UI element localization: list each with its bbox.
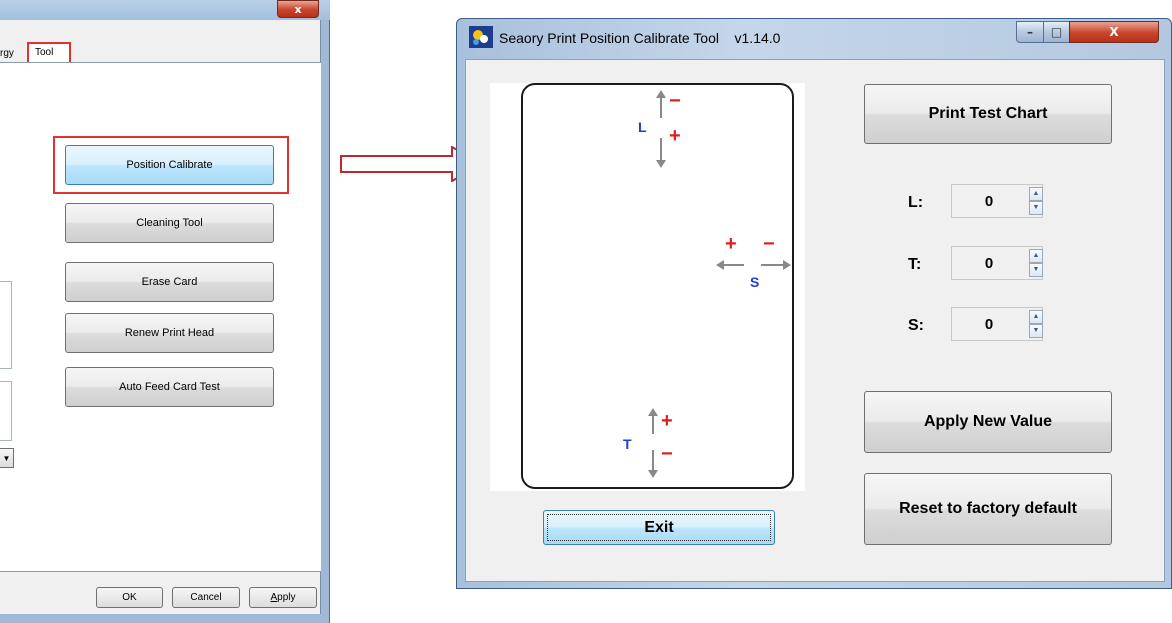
l-plus-sign: + — [669, 125, 681, 147]
exit-label: Exit — [644, 518, 674, 536]
l-offset-value[interactable]: 0 — [952, 185, 1026, 217]
cleaning-tool-button[interactable]: Cleaning Tool — [65, 203, 274, 243]
maximize-button[interactable]: □ — [1043, 21, 1070, 43]
chevron-down-icon[interactable]: ▼ — [0, 448, 14, 468]
apply-button[interactable]: Apply — [249, 587, 317, 608]
window-title: Seaory Print Position Calibrate Tool v1.… — [499, 30, 781, 46]
spin-up-icon[interactable]: ▲ — [1029, 249, 1043, 263]
apply-label: pply — [277, 592, 296, 603]
t-field-label: T: — [908, 256, 922, 273]
side-panel-box — [0, 281, 12, 369]
reset-factory-default-button[interactable]: Reset to factory default — [864, 473, 1112, 545]
spin-up-icon[interactable]: ▲ — [1029, 310, 1043, 324]
app-logo-icon — [469, 26, 493, 48]
vertical-arrows-icon — [648, 408, 658, 478]
s-offset-value[interactable]: 0 — [952, 308, 1026, 340]
apply-mnemonic: A — [270, 592, 278, 603]
t-minus-sign: − — [661, 443, 673, 465]
spinner-arrows: ▲ ▼ — [1029, 249, 1043, 277]
l-offset-spinner[interactable]: 0 ▲ ▼ — [951, 184, 1043, 218]
auto-feed-card-test-button[interactable]: Auto Feed Card Test — [65, 367, 274, 407]
apply-new-value-button[interactable]: Apply New Value — [864, 391, 1112, 453]
close-button[interactable]: X — [1069, 21, 1159, 43]
s-plus-sign: + — [725, 233, 737, 255]
tab-energy[interactable]: rgy — [0, 48, 14, 59]
ok-button[interactable]: OK — [96, 587, 163, 608]
s-offset-spinner[interactable]: 0 ▲ ▼ — [951, 307, 1043, 341]
cancel-button[interactable]: Cancel — [172, 587, 240, 608]
t-plus-sign: + — [661, 410, 673, 432]
t-offset-value[interactable]: 0 — [952, 247, 1026, 279]
vertical-arrows-icon — [656, 90, 666, 168]
minimize-button[interactable]: – — [1016, 21, 1044, 43]
t-axis-label: T — [623, 436, 632, 452]
side-panel-box — [0, 381, 12, 441]
spinner-arrows: ▲ ▼ — [1029, 187, 1043, 215]
position-calibrate-button[interactable]: Position Calibrate — [65, 145, 274, 185]
properties-window: x rgy Tool ▼ Position Calibrate Cleaning… — [0, 0, 330, 623]
spinner-arrows: ▲ ▼ — [1029, 310, 1043, 338]
t-offset-spinner[interactable]: 0 ▲ ▼ — [951, 246, 1043, 280]
spin-down-icon[interactable]: ▼ — [1029, 263, 1043, 277]
erase-card-button[interactable]: Erase Card — [65, 262, 274, 302]
exit-button[interactable]: Exit — [543, 510, 775, 545]
caption-buttons: – □ X — [1016, 21, 1160, 43]
renew-print-head-button[interactable]: Renew Print Head — [65, 313, 274, 353]
s-axis-label: S — [750, 274, 760, 290]
spin-down-icon[interactable]: ▼ — [1029, 201, 1043, 215]
s-minus-sign: − — [763, 233, 775, 255]
calibrate-client: L − + + − S T + − Exit Print Test Chart … — [465, 59, 1165, 582]
calibrate-tool-window: Seaory Print Position Calibrate Tool v1.… — [456, 18, 1172, 589]
horizontal-arrows-icon — [716, 260, 791, 270]
s-field-label: S: — [908, 317, 924, 334]
l-axis-label: L — [638, 119, 647, 135]
l-minus-sign: − — [669, 90, 681, 112]
card-outline: L − + + − S T + − — [521, 83, 794, 489]
close-button[interactable]: x — [277, 0, 319, 18]
spin-down-icon[interactable]: ▼ — [1029, 324, 1043, 338]
spin-up-icon[interactable]: ▲ — [1029, 187, 1043, 201]
print-test-chart-button[interactable]: Print Test Chart — [864, 84, 1112, 144]
l-field-label: L: — [908, 194, 924, 211]
